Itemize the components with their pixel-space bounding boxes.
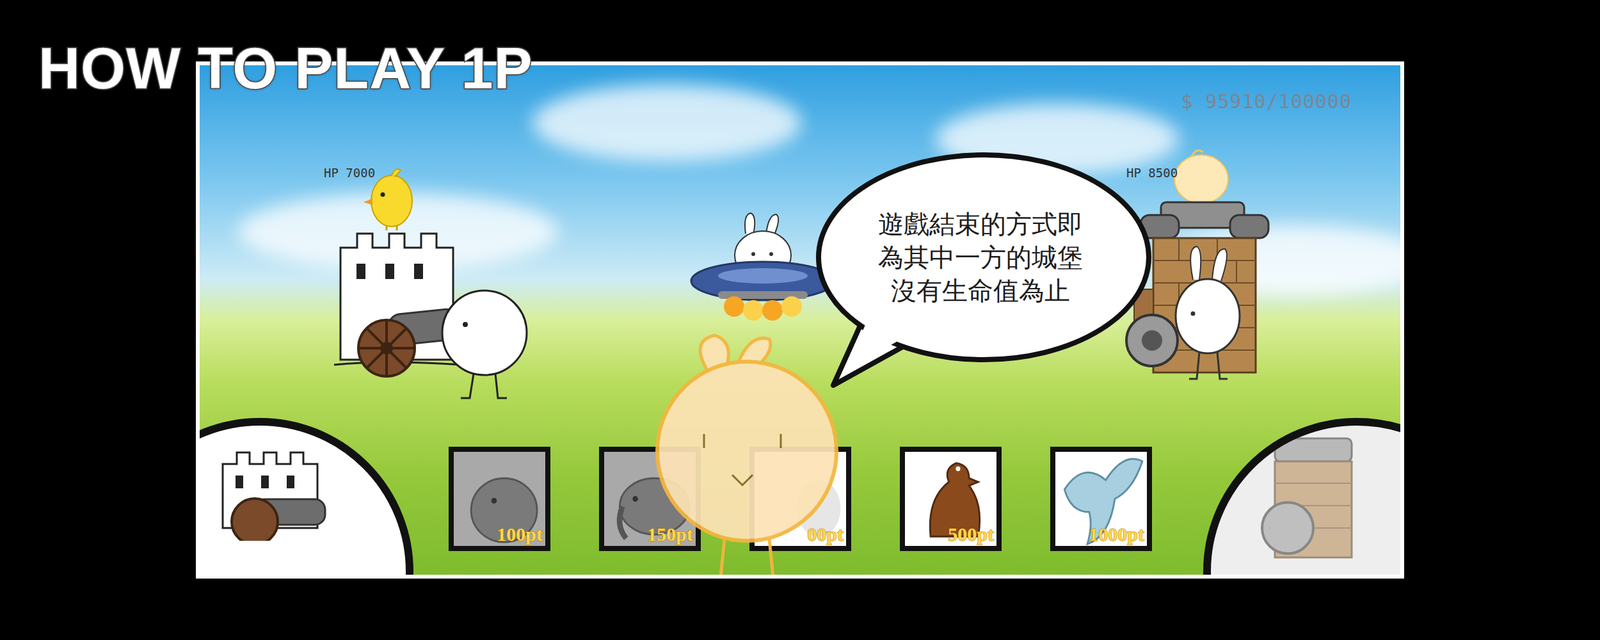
player-hp: HP 7000: [323, 163, 376, 183]
unit-cost: 100pt: [496, 523, 543, 545]
game-field[interactable]: $ 95910/100000 HP 7000 HP 8500: [195, 61, 1405, 579]
enemy-tower-minimap[interactable]: [1203, 417, 1405, 579]
castle-icon: [209, 438, 338, 541]
player-castle-minimap[interactable]: [195, 417, 414, 579]
unit-card[interactable]: 500pt: [899, 446, 1002, 552]
money-counter: $ 95910/100000: [1180, 87, 1352, 116]
ufo-icon: [689, 209, 837, 331]
unit-card[interactable]: 100pt: [448, 446, 551, 552]
unit-cost: 500pt: [947, 523, 994, 545]
screen: HOW TO PLAY 1P $ 95910/100000 HP 7000 HP…: [0, 0, 1600, 640]
tip-text: 遊戲結束的方式即為其中一方的城堡沒有生命值為止: [826, 207, 1135, 308]
tip-line: 沒有生命值為止: [826, 273, 1135, 308]
tip-bubble: 遊戲結束的方式即為其中一方的城堡沒有生命值為止: [807, 147, 1154, 391]
unit-cost: 1000pt: [1088, 523, 1145, 545]
tower-icon: [1249, 432, 1378, 560]
unit-card[interactable]: 1000pt: [1050, 446, 1152, 552]
page-title: HOW TO PLAY 1P: [38, 37, 534, 101]
tip-line: 遊戲結束的方式即: [826, 207, 1135, 241]
unit-cost: 00pt: [807, 523, 844, 545]
enemy-hp: HP 8500: [1126, 163, 1178, 183]
player-castle-icon: [327, 161, 539, 405]
guide-chick-icon: [647, 332, 847, 579]
unit-cost: 150pt: [647, 523, 694, 545]
tip-line: 為其中一方的城堡: [826, 240, 1135, 274]
